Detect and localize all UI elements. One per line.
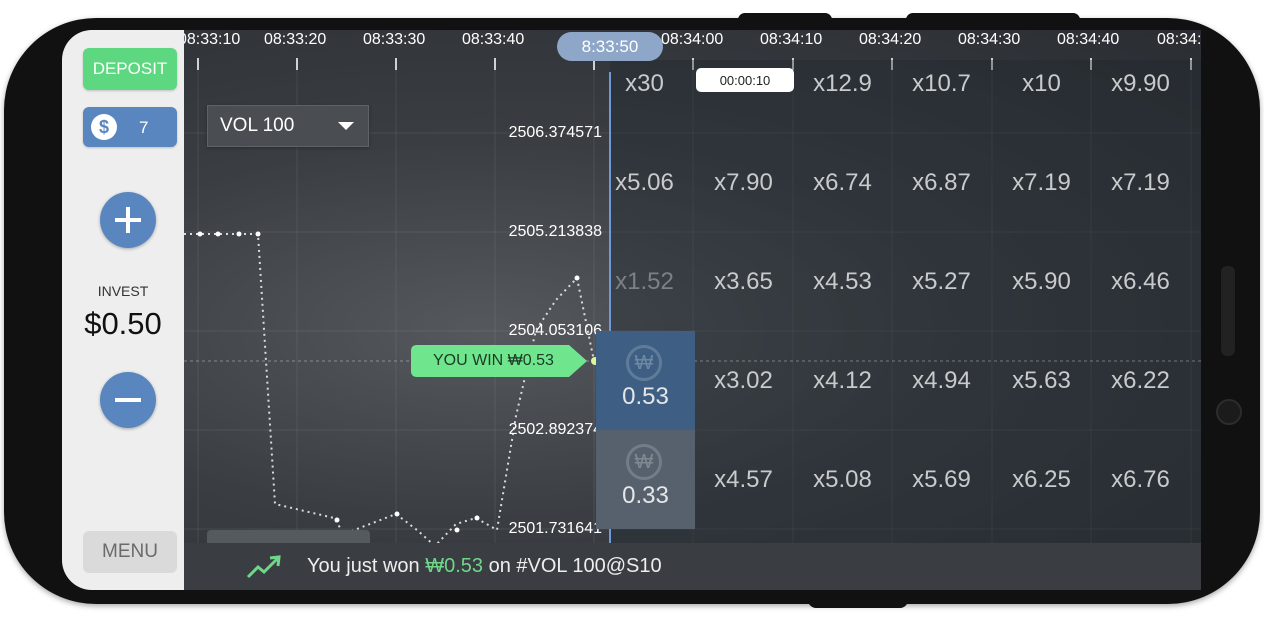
countdown-timer: 00:00:10	[696, 68, 794, 92]
phone-top-bump-right	[906, 13, 1080, 27]
notification-prefix: You just won	[307, 555, 426, 577]
multiplier-cell[interactable]: x5.08	[793, 466, 892, 494]
sidebar: DEPOSIT $ 7 INVEST $0.50 MENU	[62, 30, 185, 590]
minus-icon	[115, 398, 141, 402]
multiplier-cell[interactable]: x7.90	[694, 169, 793, 197]
balance-value: 7	[139, 118, 149, 137]
bet-value: 0.33	[622, 482, 669, 509]
time-label: 08:34:30	[958, 31, 1021, 48]
price-line	[184, 233, 610, 548]
chevron-down-icon	[338, 122, 354, 130]
notification-suffix: on #VOL 100@S10	[483, 555, 662, 577]
multiplier-cell[interactable]: x10	[992, 70, 1091, 98]
cursor-time-badge: 8:33:50	[557, 32, 663, 61]
time-label: 08:33:30	[363, 31, 426, 48]
multiplier-cell[interactable]: x5.69	[892, 466, 991, 494]
multiplier-cell[interactable]: x6.76	[1091, 466, 1190, 494]
phone-camera	[1216, 399, 1242, 425]
active-bet-cell[interactable]: ₩ 0.33	[596, 430, 695, 529]
notification-bar: You just won ₩0.53 on #VOL 100@S10	[184, 543, 1201, 590]
multiplier-cell[interactable]: x4.12	[793, 367, 892, 395]
multiplier-cell[interactable]: x6.25	[992, 466, 1091, 494]
multiplier-cell[interactable]: x7.19	[1091, 169, 1190, 197]
phone-top-bump-left	[738, 13, 832, 27]
price-label: 2506.374571	[508, 124, 602, 141]
notification-text: You just won ₩0.53 on #VOL 100@S10	[307, 555, 662, 578]
multiplier-cell[interactable]: x1.52	[595, 268, 694, 296]
menu-button[interactable]: MENU	[83, 531, 177, 573]
multiplier-cell[interactable]: x10.7	[892, 70, 991, 98]
symbol-select[interactable]: VOL 100	[207, 105, 369, 147]
currency-coin-icon: ₩	[626, 444, 662, 480]
multiplier-cell[interactable]: x4.53	[793, 268, 892, 296]
multiplier-cell[interactable]: x12.9	[793, 70, 892, 98]
symbol-select-value: VOL 100	[220, 115, 295, 136]
app-screen: DEPOSIT $ 7 INVEST $0.50 MENU 08:33:10 0…	[62, 30, 1201, 590]
multiplier-cell[interactable]: x5.63	[992, 367, 1091, 395]
time-label: 08:33:10	[184, 31, 241, 48]
time-label: 08:34:00	[661, 31, 724, 48]
price-label: 2505.213838	[508, 223, 602, 240]
chart-area[interactable]: 08:33:10 08:33:20 08:33:30 08:33:40 08:3…	[184, 30, 1201, 590]
active-bet-cell[interactable]: ₩ 0.53	[596, 331, 695, 430]
multiplier-cell[interactable]: x5.27	[892, 268, 991, 296]
time-label: 08:34:20	[859, 31, 922, 48]
multiplier-cell[interactable]: x7.19	[992, 169, 1091, 197]
dollar-coin-icon: $	[91, 114, 117, 140]
win-flag-text: YOU WIN ₩0.53	[433, 352, 554, 369]
multiplier-cell[interactable]: x3.65	[694, 268, 793, 296]
deposit-button[interactable]: DEPOSIT	[83, 48, 177, 90]
time-label: 08:34:50	[1157, 31, 1201, 48]
multiplier-cell[interactable]: x9.90	[1091, 70, 1190, 98]
plus-icon	[115, 207, 141, 233]
multiplier-cell[interactable]: x5.90	[992, 268, 1091, 296]
time-label: 08:33:20	[264, 31, 327, 48]
invest-label: INVEST	[97, 283, 149, 299]
win-flag: YOU WIN ₩0.53	[411, 345, 587, 377]
time-label: 08:34:10	[760, 31, 823, 48]
price-label: 2502.892374	[508, 421, 602, 438]
multiplier-cell[interactable]: x4.57	[694, 466, 793, 494]
multiplier-cell[interactable]: x5.06	[595, 169, 694, 197]
phone-bottom-bump	[808, 592, 908, 608]
multiplier-cell[interactable]: x6.87	[892, 169, 991, 197]
multiplier-cell[interactable]: x6.46	[1091, 268, 1190, 296]
balance-button[interactable]: $ 7	[83, 107, 177, 147]
multiplier-cell[interactable]: x4.94	[892, 367, 991, 395]
multiplier-cell[interactable]: x6.74	[793, 169, 892, 197]
increase-invest-button[interactable]	[100, 192, 156, 248]
trend-up-icon	[246, 555, 281, 579]
multiplier-cell[interactable]: x30	[595, 70, 694, 98]
multiplier-cell[interactable]: x3.02	[694, 367, 793, 395]
invest-value: $0.50	[84, 306, 162, 341]
phone-side-button	[1221, 266, 1235, 356]
multiplier-cell[interactable]: x6.22	[1091, 367, 1190, 395]
price-label: 2504.053106	[508, 322, 602, 339]
bet-value: 0.53	[622, 383, 669, 410]
time-label: 08:34:40	[1057, 31, 1120, 48]
currency-coin-icon: ₩	[626, 345, 662, 381]
decrease-invest-button[interactable]	[100, 372, 156, 428]
notification-amount: ₩0.53	[425, 555, 484, 577]
time-label: 08:33:40	[462, 31, 525, 48]
price-label: 2501.731641	[508, 520, 602, 537]
